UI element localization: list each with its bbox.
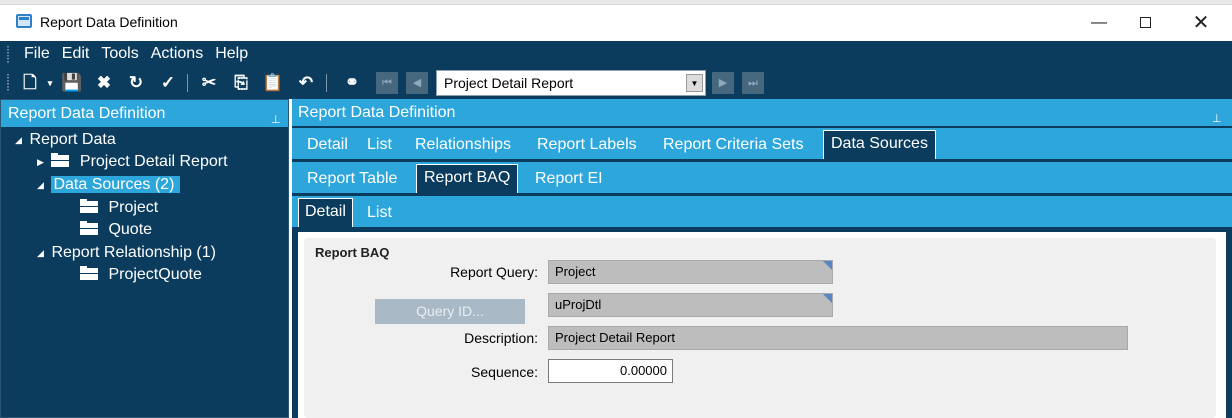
maximize-button[interactable]: [1122, 9, 1168, 37]
app-window-icon: [16, 14, 32, 28]
pin-icon[interactable]: ⊥: [271, 107, 281, 134]
tree-node-label: Report Data: [29, 131, 116, 149]
title-bar: Report Data Definition — ✕: [0, 4, 1232, 41]
menu-file[interactable]: File: [16, 44, 54, 64]
tab-report-ei[interactable]: Report EI: [528, 166, 610, 192]
undo-icon[interactable]: ↶: [294, 71, 318, 95]
query-id-value: uProjDtl: [555, 297, 602, 312]
tab-detail[interactable]: Detail: [300, 132, 355, 158]
previous-record-icon[interactable]: ◀: [406, 72, 428, 94]
tree-node-report-relationship[interactable]: ◢ Report Relationship (1): [37, 242, 216, 264]
maximize-icon: [1139, 17, 1151, 29]
field-corner-marker: [823, 294, 832, 303]
detail-tab-strip: Detail List: [292, 195, 1232, 227]
menu-edit[interactable]: Edit: [54, 44, 94, 64]
menu-grip: [7, 46, 9, 63]
refresh-icon[interactable]: ↻: [124, 71, 148, 95]
tree-node-label: Project Detail Report: [79, 153, 228, 171]
tab-relationships[interactable]: Relationships: [408, 132, 518, 158]
report-baq-groupbox: Report BAQ Report Query: Project Query I…: [304, 238, 1216, 418]
tree-node-label: ProjectQuote: [108, 266, 202, 283]
collapsed-triangle-icon[interactable]: ▶: [37, 151, 47, 173]
expanded-triangle-icon[interactable]: ◢: [37, 174, 47, 196]
detail-content: Report BAQ Report Query: Project Query I…: [298, 232, 1226, 418]
report-selector-value: Project Detail Report: [444, 75, 574, 91]
toolbar: 🗋 ▾ 💾 ✖ ↻ ✓ ✂ ⎘ 📋 ↶ ⚭ ⏮ ◀ Project Detail…: [0, 68, 1232, 99]
description-label: Description:: [464, 330, 538, 346]
expanded-triangle-icon[interactable]: ◢: [15, 129, 25, 151]
folder-icon: [80, 265, 98, 280]
tab-report-criteria-sets[interactable]: Report Criteria Sets: [656, 132, 811, 158]
close-button[interactable]: ✕: [1178, 9, 1224, 37]
tree-node-project[interactable]: Project: [80, 197, 158, 219]
tab-report-table[interactable]: Report Table: [300, 166, 404, 192]
tree-node-label: Report Relationship (1): [51, 244, 216, 262]
next-record-icon[interactable]: ▶: [712, 72, 734, 94]
tree-panel-title: Report Data Definition: [8, 105, 166, 122]
clear-icon[interactable]: ✓: [156, 71, 180, 95]
folder-icon: [80, 198, 98, 213]
sequence-value: 0.00000: [620, 363, 667, 378]
tree-node-label: Quote: [108, 221, 153, 238]
paste-icon[interactable]: 📋: [261, 71, 285, 95]
folder-icon: [51, 153, 70, 167]
tree-node-data-sources[interactable]: ◢ Data Sources (2): [37, 174, 181, 196]
menu-bar: File Edit Tools Actions Help: [0, 41, 1232, 68]
window-title: Report Data Definition: [40, 14, 178, 30]
report-query-label: Report Query:: [450, 264, 538, 280]
tree-node-projectquote[interactable]: ProjectQuote: [80, 264, 202, 286]
last-record-icon[interactable]: ⏭: [742, 72, 764, 94]
delete-icon[interactable]: ✖: [92, 71, 116, 95]
description-field[interactable]: Project Detail Report: [548, 326, 1128, 350]
save-icon[interactable]: 💾: [60, 71, 84, 95]
description-value: Project Detail Report: [555, 330, 675, 345]
tree-panel: Report Data Definition ⊥ ◢ Report Data ▶…: [0, 99, 289, 418]
menu-actions[interactable]: Actions: [143, 44, 207, 64]
sequence-label: Sequence:: [471, 364, 538, 380]
tab-report-labels[interactable]: Report Labels: [530, 132, 644, 158]
query-id-field[interactable]: uProjDtl: [548, 293, 833, 317]
chevron-down-icon[interactable]: ▼: [686, 74, 703, 92]
tree-node-project-detail-report[interactable]: ▶ Project Detail Report: [37, 151, 228, 173]
report-query-field[interactable]: Project: [548, 260, 833, 284]
new-dropdown-icon[interactable]: ▾: [38, 71, 62, 95]
tab-baq-detail[interactable]: Detail: [298, 198, 353, 227]
menu-tools[interactable]: Tools: [93, 44, 142, 64]
toolbar-grip: [7, 74, 9, 92]
minimize-button[interactable]: —: [1076, 9, 1122, 37]
expanded-triangle-icon[interactable]: ◢: [37, 242, 47, 264]
report-selector-combo[interactable]: Project Detail Report ▼: [436, 70, 706, 96]
cut-icon[interactable]: ✂: [197, 71, 221, 95]
main-tab-strip: Detail List Relationships Report Labels …: [292, 127, 1232, 159]
folder-icon: [80, 220, 98, 235]
sub-tab-strip: Report Table Report BAQ Report EI: [292, 161, 1232, 193]
main-panel-header: Report Data Definition ⊥: [292, 99, 1232, 126]
tree-panel-header: Report Data Definition ⊥: [1, 100, 288, 127]
tree-node-label-selected: Data Sources (2): [51, 176, 181, 194]
tab-report-baq[interactable]: Report BAQ: [416, 164, 519, 193]
query-id-button[interactable]: Query ID...: [375, 299, 525, 324]
field-corner-marker: [823, 261, 832, 270]
report-query-value: Project: [555, 264, 596, 279]
toolbar-separator: [187, 74, 188, 92]
menu-help[interactable]: Help: [207, 44, 252, 64]
tree-node-quote[interactable]: Quote: [80, 219, 152, 241]
tab-baq-list[interactable]: List: [360, 200, 399, 226]
sequence-input[interactable]: 0.00000: [548, 359, 673, 383]
group-title: Report BAQ: [315, 245, 390, 260]
search-binoculars-icon[interactable]: ⚭: [340, 71, 364, 95]
tree-node-report-data[interactable]: ◢ Report Data: [15, 129, 116, 151]
tab-data-sources[interactable]: Data Sources: [823, 130, 936, 159]
main-panel-title: Report Data Definition: [298, 104, 456, 121]
main-panel: Report Data Definition ⊥ Detail List Rel…: [292, 99, 1232, 418]
first-record-icon[interactable]: ⏮: [376, 72, 398, 94]
tree-node-label: Project: [108, 199, 159, 216]
tab-list[interactable]: List: [360, 132, 399, 158]
toolbar-separator: [326, 74, 327, 92]
copy-icon[interactable]: ⎘: [229, 71, 253, 95]
